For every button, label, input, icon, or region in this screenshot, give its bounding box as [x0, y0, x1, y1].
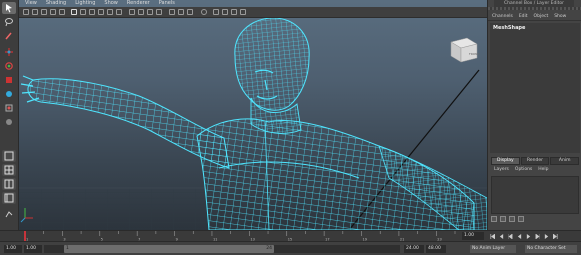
four-pane-layout-icon[interactable]: [2, 164, 16, 176]
animation-end-field[interactable]: 48.00: [426, 245, 446, 253]
layer-editor-menubar: Layers Options Help: [491, 166, 579, 174]
range-slider-bar: 1.00 1.00 1 24 24.00 48.00 No Anim Layer…: [0, 241, 581, 255]
graph-layout-icon[interactable]: [2, 208, 16, 220]
smooth-shade-icon[interactable]: [80, 9, 86, 15]
xray-icon[interactable]: [138, 9, 144, 15]
depth-of-field-icon[interactable]: [201, 9, 207, 15]
menu-view[interactable]: View: [25, 0, 37, 7]
channel-box-menubar: Channels Edit Object Show: [488, 13, 581, 21]
move-layer-down-icon[interactable]: [500, 216, 506, 222]
viewport-menubar: View Shading Lighting Show Renderer Pane…: [19, 0, 487, 7]
menu-panels[interactable]: Panels: [159, 0, 175, 7]
go-to-end-icon[interactable]: [553, 233, 558, 239]
safe-action-icon[interactable]: [240, 9, 246, 15]
anim-layer-dropdown[interactable]: No Anim Layer: [470, 245, 516, 253]
playback-controls: [490, 232, 580, 240]
play-backwards-icon[interactable]: [517, 233, 522, 239]
character-set-dropdown[interactable]: No Character Set: [525, 245, 577, 253]
current-time-marker[interactable]: [24, 231, 26, 241]
playback-end-field[interactable]: 24.00: [404, 245, 424, 253]
image-plane-icon[interactable]: [50, 9, 56, 15]
tab-render[interactable]: Render: [520, 157, 550, 165]
wireframe-on-shaded-icon[interactable]: [89, 9, 95, 15]
ambient-occlusion-icon[interactable]: [169, 9, 175, 15]
viewport-toolbar: [19, 7, 487, 18]
selected-node-name[interactable]: MeshShape: [493, 25, 525, 31]
range-slider-handle[interactable]: 1 24: [64, 245, 274, 253]
anti-alias-icon[interactable]: [187, 9, 193, 15]
film-gate-icon[interactable]: [222, 9, 228, 15]
motion-blur-icon[interactable]: [178, 9, 184, 15]
new-layer-from-selection-icon[interactable]: [518, 216, 524, 222]
move-tool-icon[interactable]: [2, 46, 16, 58]
rotate-tool-icon[interactable]: [2, 60, 16, 72]
menu-help[interactable]: Help: [538, 166, 548, 174]
lights-icon[interactable]: [107, 9, 113, 15]
new-empty-layer-icon[interactable]: [509, 216, 515, 222]
time-ruler[interactable]: 1 3 5 7 9 11 13 15 17 19 21 23: [21, 231, 459, 241]
viewport-panel[interactable]: View Shading Lighting Show Renderer Pane…: [19, 0, 487, 230]
shadows-icon[interactable]: [116, 9, 122, 15]
textured-icon[interactable]: [98, 9, 104, 15]
menu-edit[interactable]: Edit: [519, 13, 528, 20]
layer-editor-tabs: Display Render Anim: [491, 157, 580, 165]
channel-box-panel: Channel Box / Layer Editor Channels Edit…: [487, 0, 581, 230]
layer-list[interactable]: [491, 176, 579, 214]
menu-object[interactable]: Object: [534, 13, 549, 20]
step-back-key-icon[interactable]: [499, 233, 504, 239]
viewport-scene[interactable]: FRONT: [19, 18, 487, 230]
animation-start-field[interactable]: 1.00: [4, 245, 22, 253]
channel-box-list[interactable]: MeshShape: [490, 23, 580, 153]
menu-lighting[interactable]: Lighting: [75, 0, 95, 7]
play-forwards-icon[interactable]: [526, 233, 531, 239]
camera-attributes-icon[interactable]: [32, 9, 38, 15]
paint-select-icon[interactable]: [2, 30, 16, 42]
go-to-start-icon[interactable]: [490, 233, 495, 239]
step-back-frame-icon[interactable]: [508, 233, 513, 239]
menu-channels[interactable]: Channels: [492, 13, 513, 20]
resolution-gate-icon[interactable]: [231, 9, 237, 15]
range-handle-end: 24: [266, 246, 272, 251]
panel-drag-handle[interactable]: [488, 7, 581, 10]
step-forward-frame-icon[interactable]: [535, 233, 540, 239]
scale-tool-icon[interactable]: [2, 74, 16, 86]
single-pane-layout-icon[interactable]: [2, 150, 16, 162]
menu-shading[interactable]: Shading: [46, 0, 66, 7]
step-forward-key-icon[interactable]: [544, 233, 549, 239]
lasso-tool-icon[interactable]: [2, 16, 16, 28]
select-camera-icon[interactable]: [23, 9, 29, 15]
tab-display[interactable]: Display: [491, 157, 520, 165]
isolate-select-icon[interactable]: [129, 9, 135, 15]
bookmark-icon[interactable]: [41, 9, 47, 15]
menu-show[interactable]: Show: [104, 0, 118, 7]
menu-options[interactable]: Options: [515, 166, 532, 174]
move-layer-up-icon[interactable]: [491, 216, 497, 222]
svg-text:FRONT: FRONT: [469, 52, 479, 56]
grid-toggle-icon[interactable]: [59, 9, 65, 15]
toolbox: [0, 0, 19, 230]
wireframe-icon[interactable]: [71, 9, 77, 15]
playback-start-field[interactable]: 1.00: [24, 245, 42, 253]
time-slider[interactable]: 1 3 5 7 9 11 13 15 17 19 21 23 1.00: [0, 230, 581, 241]
range-handle-start: 1: [66, 246, 69, 251]
soft-select-icon[interactable]: [2, 102, 16, 114]
current-frame-field[interactable]: 1.00: [462, 232, 484, 240]
tab-anim[interactable]: Anim: [550, 157, 580, 165]
outliner-layout-icon[interactable]: [2, 192, 16, 204]
gate-mask-icon[interactable]: [213, 9, 219, 15]
view-cube-icon[interactable]: FRONT: [450, 37, 479, 63]
xray-components-icon[interactable]: [156, 9, 162, 15]
two-pane-layout-icon[interactable]: [2, 178, 16, 190]
xray-joints-icon[interactable]: [147, 9, 153, 15]
panel-title: Channel Box / Layer Editor: [494, 0, 574, 7]
menu-renderer[interactable]: Renderer: [127, 0, 150, 7]
manipulator-icon[interactable]: [2, 88, 16, 100]
last-tool-icon[interactable]: [2, 116, 16, 128]
range-slider-track[interactable]: 1 24: [44, 245, 400, 253]
menu-show-channels[interactable]: Show: [554, 13, 566, 20]
layer-buttons: [491, 216, 524, 222]
menu-layers[interactable]: Layers: [494, 166, 509, 174]
select-tool-icon[interactable]: [2, 2, 16, 14]
